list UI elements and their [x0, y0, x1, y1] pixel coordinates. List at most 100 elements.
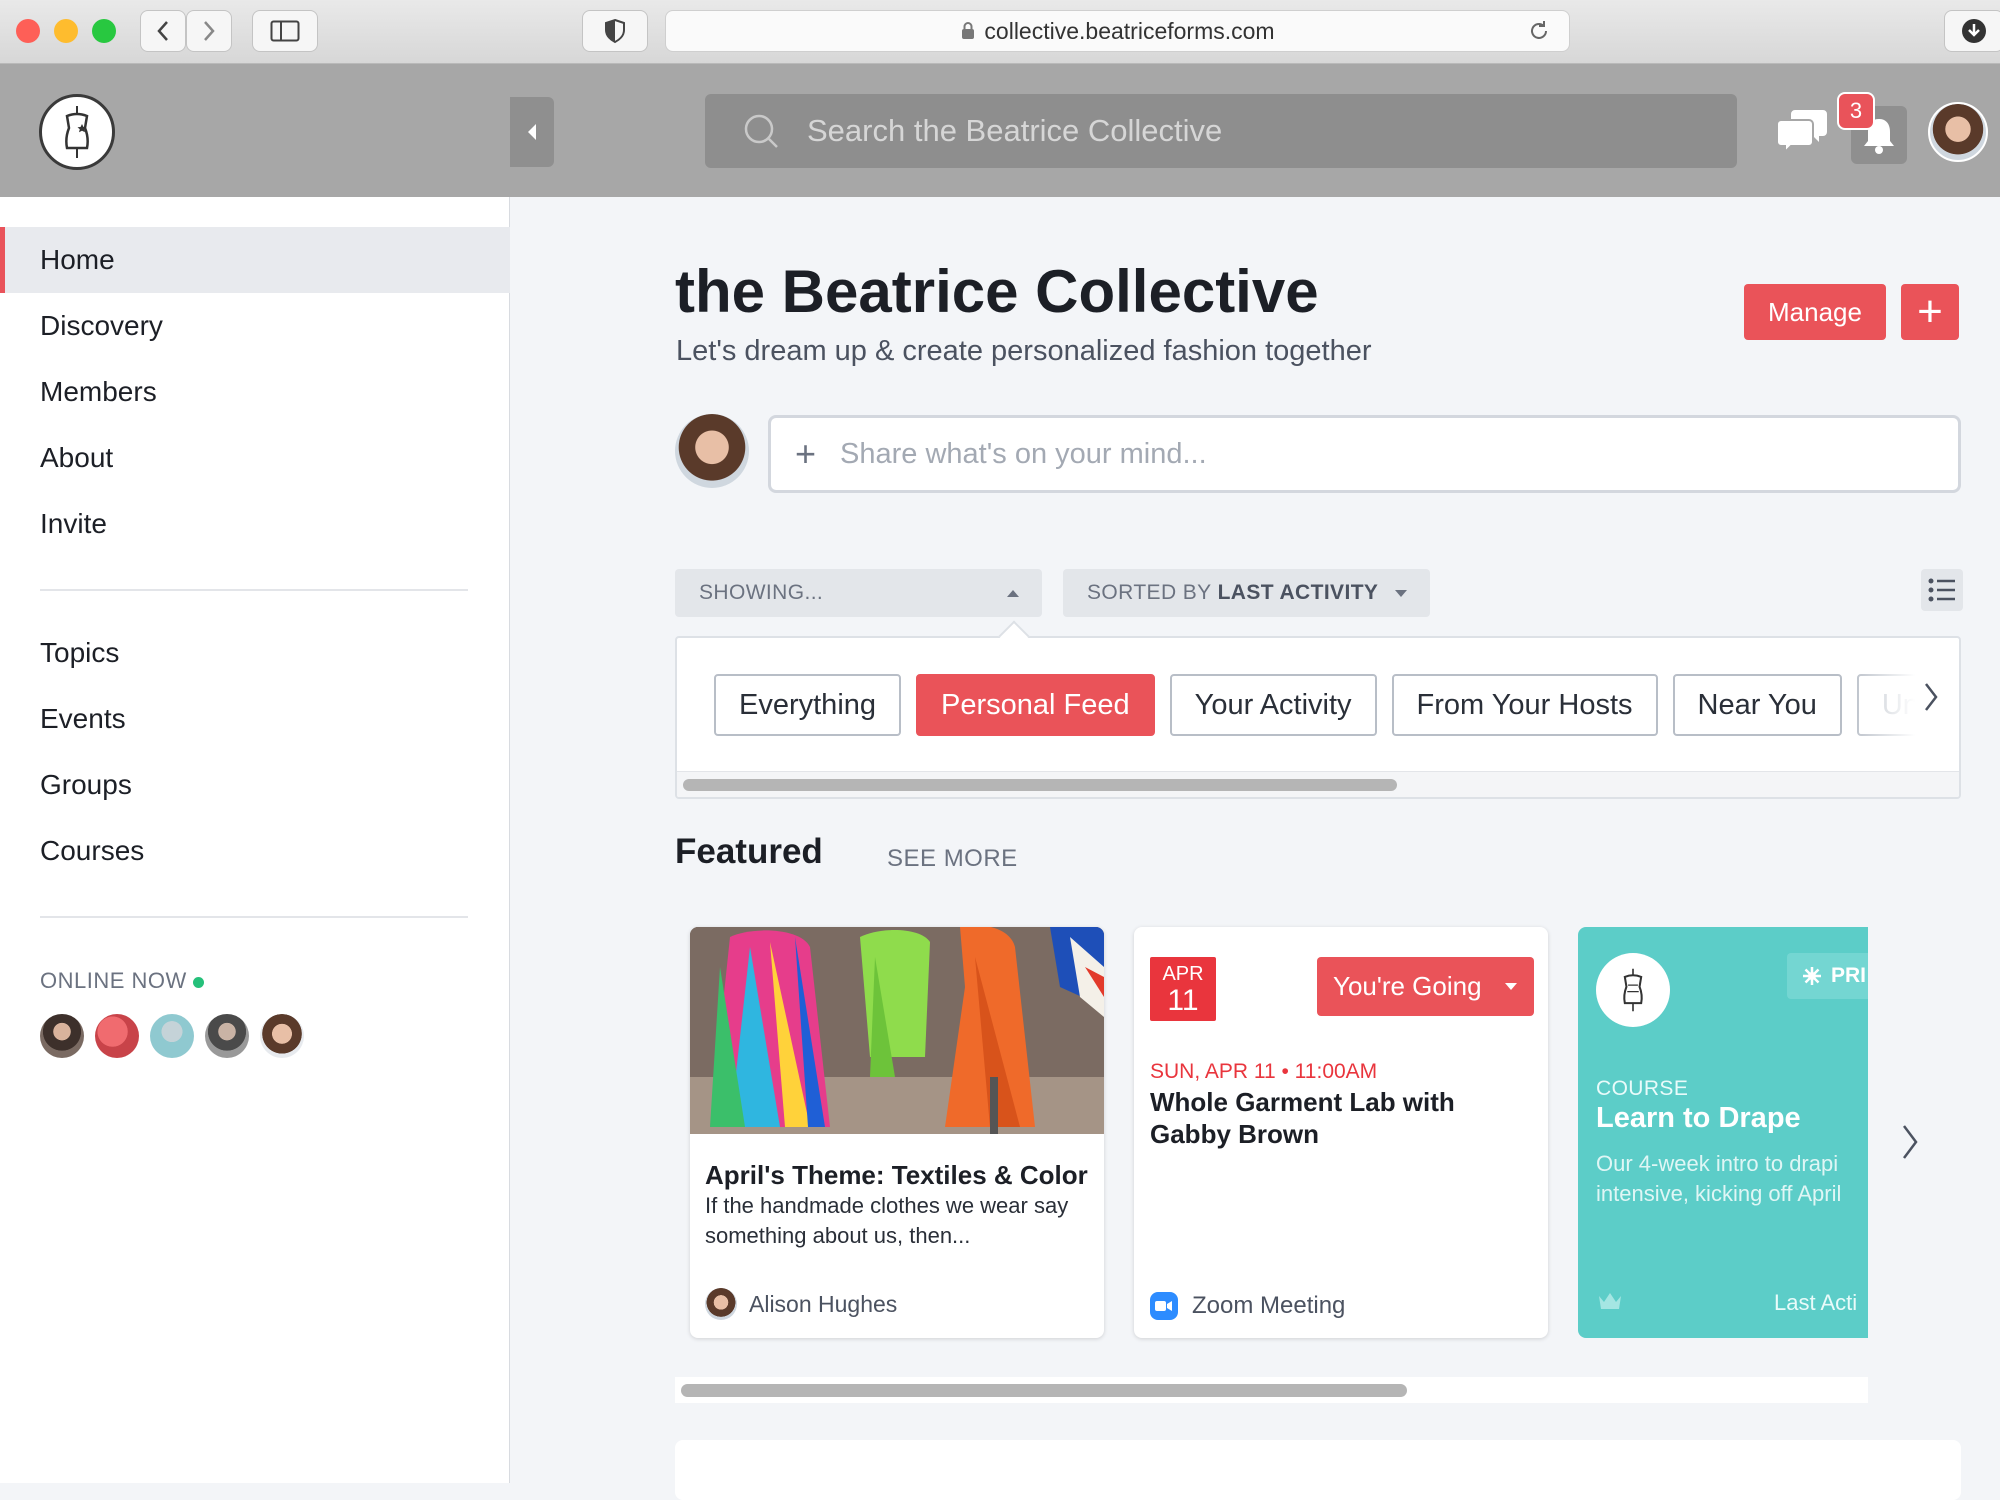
featured-post-card[interactable]: April's Theme: Textiles & Color If the h… — [690, 927, 1104, 1338]
course-description-line: intensive, kicking off April — [1596, 1181, 1842, 1206]
avatar[interactable] — [260, 1014, 304, 1058]
nav-item-label: Courses — [40, 835, 145, 866]
chevron-right-icon — [204, 21, 215, 41]
event-title: Whole Garment Lab with Gabby Brown — [1150, 1087, 1455, 1149]
sidebar-icon — [270, 20, 300, 42]
dress-form-icon — [65, 106, 89, 158]
event-datetime: SUN, APR 11 • 11:00AM — [1150, 1060, 1378, 1083]
nav-item-courses[interactable]: Courses — [0, 818, 510, 884]
sidebar-toggle-button[interactable] — [252, 10, 318, 52]
nav-item-groups[interactable]: Groups — [0, 752, 510, 818]
nav-item-label: Invite — [40, 508, 107, 539]
search-icon — [744, 114, 778, 148]
primary-nav: Home Discovery Members About Invite — [0, 227, 510, 557]
address-bar[interactable]: collective.beatriceforms.com — [665, 10, 1570, 52]
nav-item-label: Home — [40, 244, 115, 275]
sidebar-header — [0, 64, 510, 197]
minimize-window-button[interactable] — [54, 19, 78, 43]
nav-item-topics[interactable]: Topics — [0, 620, 510, 686]
see-more-link[interactable]: SEE MORE — [887, 845, 1018, 873]
filter-personal-feed[interactable]: Personal Feed — [916, 674, 1155, 736]
nav-item-label: Discovery — [40, 310, 163, 341]
avatar[interactable] — [150, 1014, 194, 1058]
privacy-shield-button[interactable] — [582, 10, 648, 52]
showing-label: SHOWING... — [699, 581, 824, 604]
rsvp-dropdown[interactable]: You're Going — [1317, 957, 1534, 1016]
event-date-badge: APR 11 — [1150, 957, 1216, 1021]
nav-item-home[interactable]: Home — [0, 227, 510, 293]
chevron-right-icon[interactable] — [1900, 1122, 1920, 1162]
lock-icon — [962, 22, 975, 39]
reload-icon[interactable] — [1527, 19, 1551, 43]
sort-dropdown[interactable]: SORTED BY LAST ACTIVITY — [1063, 569, 1430, 617]
community-logo[interactable] — [39, 94, 115, 170]
filter-everything[interactable]: Everything — [714, 674, 902, 736]
search-placeholder: Search the Beatrice Collective — [807, 113, 1223, 148]
zoom-icon — [1150, 1292, 1178, 1320]
close-window-button[interactable] — [16, 19, 40, 43]
carousel-scrollbar[interactable] — [675, 1377, 1868, 1403]
filter-your-activity[interactable]: Your Activity — [1169, 674, 1377, 736]
course-description: Our 4-week intro to drapi intensive, kic… — [1596, 1149, 1868, 1209]
course-description-line: Our 4-week intro to drapi — [1596, 1151, 1839, 1176]
showing-dropdown[interactable]: SHOWING... — [675, 569, 1042, 617]
event-day: 11 — [1167, 984, 1199, 1017]
scroll-fade — [1849, 668, 1959, 742]
course-last-activity: Last Acti — [1774, 1290, 1858, 1315]
avatar[interactable] — [40, 1014, 84, 1058]
rsvp-label: You're Going — [1333, 971, 1482, 1001]
nav-item-invite[interactable]: Invite — [0, 491, 510, 557]
event-month: APR — [1162, 963, 1204, 985]
download-icon — [1962, 19, 1986, 43]
feed-panel — [675, 1440, 1961, 1500]
filter-near-you[interactable]: Near You — [1672, 674, 1842, 736]
chat-bubbles-icon[interactable] — [1777, 106, 1829, 154]
horizontal-scrollbar[interactable] — [677, 771, 1959, 797]
nav-item-events[interactable]: Events — [0, 686, 510, 752]
nav-item-label: Topics — [40, 637, 120, 668]
post-author[interactable]: Alison Hughes — [705, 1288, 897, 1320]
location-label: Zoom Meeting — [1192, 1292, 1346, 1319]
author-name: Alison Hughes — [749, 1290, 898, 1317]
search-input[interactable]: Search the Beatrice Collective — [705, 94, 1737, 168]
chevron-left-icon — [157, 21, 168, 41]
feed-filter-list: Everything Personal Feed Your Activity F… — [714, 674, 1944, 736]
forward-button[interactable] — [186, 10, 232, 52]
course-privacy-tag: PRI — [1787, 953, 1868, 999]
zoom-window-button[interactable] — [92, 19, 116, 43]
post-image — [690, 927, 1104, 1134]
avatar[interactable] — [205, 1014, 249, 1058]
course-label: COURSE — [1596, 1077, 1689, 1100]
user-avatar[interactable] — [1928, 102, 1988, 162]
page-subtitle: Let's dream up & create personalized fas… — [676, 335, 1372, 367]
featured-event-card[interactable]: APR 11 You're Going SUN, APR 11 • 11:00A… — [1134, 927, 1548, 1338]
course-tag-label: PRI — [1831, 964, 1867, 987]
notification-count-badge: 3 — [1837, 92, 1875, 130]
downloads-button[interactable] — [1944, 10, 2000, 52]
add-button[interactable]: + — [1901, 284, 1959, 340]
nav-item-about[interactable]: About — [0, 425, 510, 491]
nav-item-label: Events — [40, 703, 126, 734]
online-status-dot — [192, 976, 204, 988]
list-view-toggle[interactable] — [1921, 569, 1963, 611]
scrollbar-thumb[interactable] — [681, 1384, 1407, 1397]
collapse-sidebar-button[interactable] — [510, 97, 554, 167]
avatar — [675, 414, 749, 488]
filter-from-your-hosts[interactable]: From Your Hosts — [1391, 674, 1658, 736]
url-text: collective.beatriceforms.com — [984, 17, 1275, 44]
sort-prefix: SORTED BY — [1087, 581, 1212, 604]
featured-course-card[interactable]: PRI COURSE Learn to Drape Our 4-week int… — [1578, 927, 1868, 1338]
back-button[interactable] — [140, 10, 186, 52]
nav-item-members[interactable]: Members — [0, 359, 510, 425]
chevron-right-icon[interactable] — [1923, 682, 1939, 712]
avatar[interactable] — [95, 1014, 139, 1058]
crown-icon — [1599, 1293, 1621, 1309]
course-title: Learn to Drape — [1596, 1102, 1801, 1134]
scrollbar-thumb[interactable] — [683, 779, 1397, 791]
new-post-input[interactable]: + Share what's on your mind... — [768, 415, 1961, 493]
manage-button[interactable]: Manage — [1744, 284, 1886, 340]
caret-up-icon — [1007, 590, 1019, 597]
dress-form-icon — [1623, 968, 1643, 1012]
browser-toolbar: collective.beatriceforms.com — [0, 0, 2000, 64]
nav-item-discovery[interactable]: Discovery — [0, 293, 510, 359]
